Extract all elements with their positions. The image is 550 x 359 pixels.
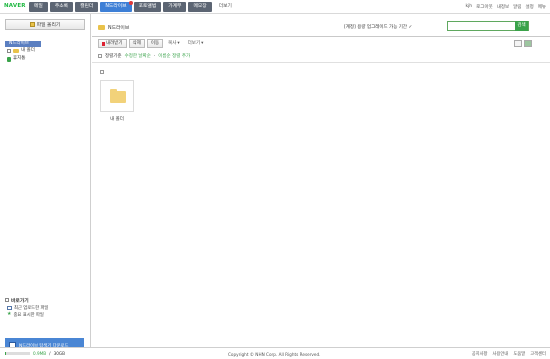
upload-button[interactable]: 파일 올리기 (5, 19, 85, 30)
breadcrumb-label[interactable]: N드라이브 (108, 24, 129, 31)
quick-links-title-label: 바로가기 (11, 298, 29, 304)
sidebar: 파일 올리기 N드라이브 내 폴더 휴지통 바로가기 최근 업로드한 파일 ★ … (0, 14, 91, 359)
delete-button-label: 삭제 (132, 41, 141, 46)
list-view-icon[interactable] (514, 40, 522, 47)
folder-tile-label[interactable]: 내 폴더 (100, 116, 134, 122)
divider (92, 36, 550, 37)
top-navigation-bar: NAVER 메일 주소록 캘린더 N드라이브 포토앨범 가계부 메모장 더보기 … (0, 0, 550, 14)
tree-item-label: 내 폴더 (21, 48, 35, 53)
chevron-down-icon: ▾ (201, 41, 204, 46)
view-toggles (514, 40, 532, 47)
storage-usage: 0.9MB / 30GB (5, 351, 65, 356)
divider (92, 62, 550, 63)
naver-logo[interactable]: NAVER (4, 3, 26, 9)
folder-tree: N드라이브 내 폴더 휴지통 (5, 41, 87, 63)
copyright: Copyright © NHN Corp. All Rights Reserve… (228, 352, 321, 357)
all-menu-link[interactable]: 메뉴 (538, 4, 546, 10)
select-all-checkbox[interactable] (100, 70, 104, 74)
tab-more[interactable]: 더보기 (214, 2, 237, 12)
footer-links: 공지사항 사용안내 도움말 고객센터 (472, 351, 546, 357)
usage-separator: / (49, 351, 51, 356)
sort-label: 정렬기준 (105, 54, 122, 59)
folder-icon (98, 25, 105, 30)
sort-option-name[interactable]: 이름순 정렬 추가 (158, 53, 190, 59)
footer-link-help[interactable]: 도움말 (513, 351, 525, 357)
breadcrumb: N드라이브 (98, 24, 129, 31)
footer-link-notice[interactable]: 공지사항 (472, 351, 488, 357)
folder-icon (110, 89, 126, 103)
sort-filter-bar: 정렬기준 수정한 날짜순 · 이름순 정렬 추가 (98, 53, 190, 59)
upload-icon (29, 22, 35, 27)
notifications-link[interactable]: 알림 (513, 4, 521, 10)
recent-files-icon (7, 305, 12, 310)
upload-button-label: 파일 올리기 (36, 23, 61, 28)
copy-button-label: 복사 (168, 41, 177, 46)
my-info-link[interactable]: 내정보 (497, 4, 509, 10)
more-button[interactable]: 더보기 ▾ (185, 39, 207, 48)
separator: · (153, 53, 156, 59)
tab-photo[interactable]: 포토앨범 (133, 2, 162, 12)
tab-household[interactable]: 가계부 (163, 2, 187, 12)
search-button[interactable]: 검색 (515, 21, 528, 31)
usage-total: 30GB (53, 351, 66, 356)
tab-mail[interactable]: 메일 (29, 2, 48, 12)
move-button[interactable]: 이동 (146, 39, 164, 48)
tab-memo[interactable]: 메모장 (188, 2, 212, 12)
usage-used: 0.9MB (33, 351, 47, 356)
logout-link[interactable]: 로그아웃 (476, 4, 493, 10)
tab-ndrive-label: N드라이브 (105, 4, 127, 9)
collapse-icon[interactable] (5, 298, 9, 302)
tab-calendar[interactable]: 캘린더 (75, 2, 99, 12)
tab-ndrive[interactable]: N드라이브 (100, 1, 133, 12)
sort-option-date[interactable]: 수정한 날짜순 (125, 53, 151, 59)
filter-checkbox[interactable] (98, 54, 102, 58)
more-button-label: 더보기 (187, 41, 201, 46)
settings-link[interactable]: 설정 (525, 4, 533, 10)
quick-link-label: 중요 표시한 파일 (13, 312, 44, 318)
chevron-down-icon: ▾ (177, 41, 180, 46)
footer: 0.9MB / 30GB Copyright © NHN Corp. All R… (0, 347, 550, 359)
quick-link-label: 최근 업로드한 파일 (14, 305, 49, 311)
user-id[interactable]: kjh (465, 4, 472, 10)
trash-icon (7, 56, 11, 62)
expand-icon[interactable] (7, 49, 11, 53)
usage-bar (5, 352, 30, 355)
tree-item-trash[interactable]: 휴지통 (5, 55, 87, 63)
footer-link-guide[interactable]: 사용안내 (493, 351, 509, 357)
quick-links-title: 바로가기 (5, 296, 87, 304)
quick-link-recent[interactable]: 최근 업로드한 파일 (5, 304, 87, 311)
move-button-label: 이동 (150, 41, 160, 46)
copy-button[interactable]: 복사 ▾ (165, 39, 183, 48)
delete-button[interactable]: 삭제 (128, 39, 145, 48)
quick-links: 바로가기 최근 업로드한 파일 ★ 중요 표시한 파일 (5, 296, 87, 318)
download-button[interactable]: 내려받기 (98, 39, 127, 48)
file-toolbar: 내려받기 삭제 이동 복사 ▾ 더보기 ▾ (98, 39, 206, 48)
main-content: N드라이브 [계정] 용량 업그레이드 가능 기간 ✓ 검색 내려받기 삭제 이… (92, 14, 550, 347)
new-badge (128, 1, 133, 5)
tree-item-label: 휴지통 (13, 56, 26, 61)
select-all (100, 70, 104, 74)
folder-icon (13, 49, 19, 53)
user-menu: kjh 로그아웃 내정보 알림 설정 메뉴 (465, 4, 546, 10)
usage-bar-fill (5, 352, 7, 355)
tree-item-my-folder[interactable]: 내 폴더 (5, 47, 87, 55)
quick-link-important[interactable]: ★ 중요 표시한 파일 (5, 311, 87, 318)
download-icon (102, 41, 105, 46)
service-tabs: 메일 주소록 캘린더 N드라이브 포토앨범 가계부 메모장 더보기 (29, 1, 237, 12)
tab-contacts[interactable]: 주소록 (49, 2, 74, 12)
promo-text[interactable]: [계정] 용량 업그레이드 가능 기간 ✓ (344, 24, 412, 30)
folder-tile[interactable] (100, 80, 134, 112)
star-icon: ★ (7, 311, 12, 317)
download-button-label: 내려받기 (106, 41, 123, 46)
footer-link-support[interactable]: 고객센터 (530, 351, 546, 357)
thumbnail-view-icon[interactable] (524, 40, 532, 47)
